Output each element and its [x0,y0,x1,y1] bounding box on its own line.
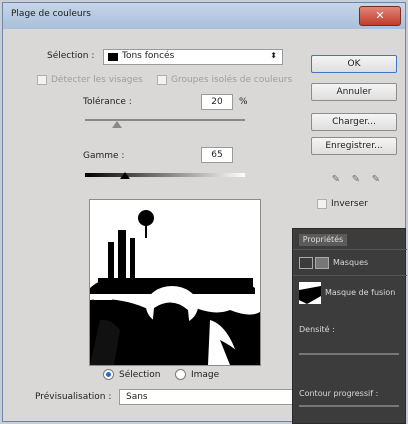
cancel-button[interactable]: Annuler [311,83,397,101]
feather-label: Contour progressif : [299,389,379,398]
density-slider-track[interactable] [299,353,399,355]
tolerance-slider-thumb[interactable] [112,121,122,128]
previsualisation-dropdown[interactable]: Sans [119,389,307,405]
tolerance-label: Tolérance : [83,97,132,107]
save-button[interactable]: Enregistrer... [311,137,397,155]
feather-slider-track[interactable] [299,405,399,407]
eyedropper-icon[interactable]: ✎ [329,173,343,187]
gamma-input[interactable]: 65 [201,147,233,163]
selection-label: Sélection : [47,51,95,61]
detect-faces-checkbox[interactable] [37,75,47,85]
radio-image-label: Image [191,370,220,380]
gamma-label: Gamme : [83,151,125,161]
selection-dropdown[interactable]: Tons foncés ⬍ [103,49,283,65]
dialog-content: Sélection : Tons foncés ⬍ Détecter les v… [17,39,297,380]
mask-preview-image [89,199,261,366]
previsualisation-row: Prévisualisation : Sans [17,389,317,405]
load-button[interactable]: Charger... [311,113,397,131]
fusion-mask-row: Masque de fusion [293,275,407,312]
mask-thumbnail [299,282,321,304]
properties-tab[interactable]: Propriétés [299,234,347,246]
previsualisation-label: Prévisualisation : [35,392,112,402]
swatch-icon [108,53,118,61]
fusion-mask-label: Masque de fusion [325,288,396,297]
tolerance-unit: % [239,97,248,107]
ok-button[interactable]: OK [311,55,397,73]
tolerance-slider-track[interactable] [85,119,245,121]
close-button[interactable]: ✕ [359,6,401,26]
vector-mask-icon[interactable] [315,257,329,269]
invert-checkbox[interactable] [317,199,327,209]
previsualisation-value: Sans [126,392,148,402]
properties-panel: Propriétés Masques Masque de fusion Dens… [292,228,407,424]
window-title: Plage de couleurs [11,9,91,19]
gamma-slider-track[interactable] [85,173,245,177]
radio-selection-label: Sélection [119,370,161,380]
masks-row: Masques [293,249,407,274]
pixel-mask-icon[interactable] [299,257,313,269]
localized-clusters-label: Groupes isolés de couleurs [171,75,293,85]
radio-image[interactable] [175,369,186,380]
title-bar[interactable]: Plage de couleurs ✕ [3,3,405,29]
radio-selection[interactable] [103,369,114,380]
eyedropper-subtract-icon[interactable]: ✎ [369,173,383,187]
selection-value: Tons foncés [122,51,175,61]
eyedropper-add-icon[interactable]: ✎ [349,173,363,187]
localized-clusters-checkbox[interactable] [157,75,167,85]
invert-label: Inverser [331,199,368,209]
density-label: Densité : [299,325,335,334]
preview-bitmap [90,200,260,365]
detect-faces-label: Détecter les visages [51,75,143,85]
dropdown-arrow-icon: ⬍ [270,51,277,60]
tolerance-input[interactable]: 20 [201,94,233,110]
masks-label: Masques [333,258,369,267]
gamma-slider-thumb[interactable] [120,172,130,179]
